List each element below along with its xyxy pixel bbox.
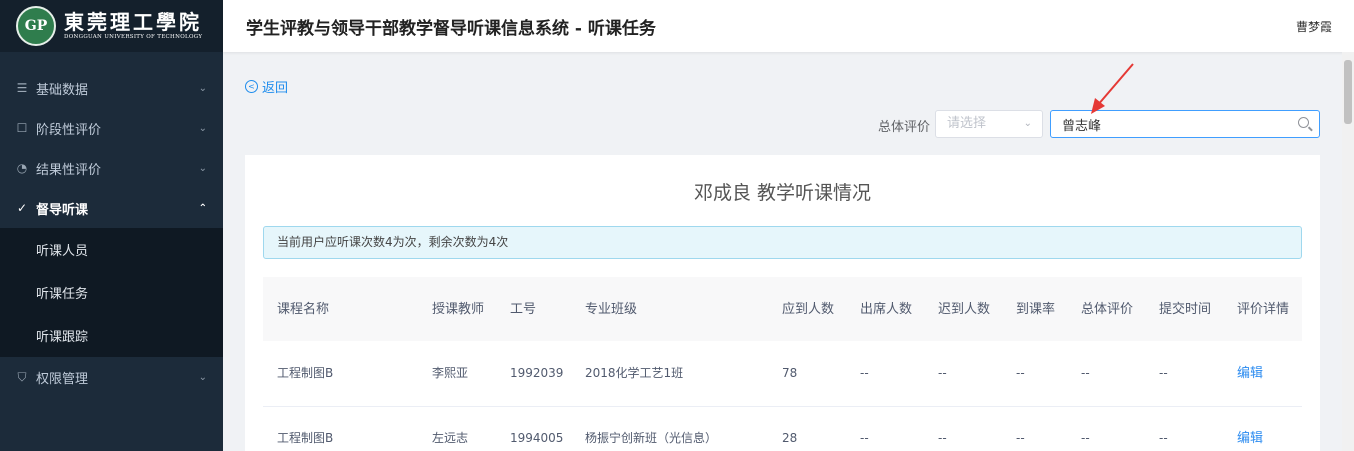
col-header: 专业班级	[585, 301, 638, 317]
page-title: 学生评教与领导干部教学督导听课信息系统 - 听课任务	[246, 18, 656, 39]
chevron-down-icon: ⌄	[198, 162, 207, 174]
sidebar-item-result-evaluation[interactable]: ◔ 结果性评价 ⌄	[0, 148, 223, 188]
overall-evaluation-select[interactable]: 请选择 ⌄	[935, 110, 1043, 138]
col-header: 评价详情	[1237, 301, 1290, 317]
content-card: 邓成良 教学听课情况 当前用户应听课次数4为次，剩余次数为4次 课程名称 授课教…	[245, 155, 1320, 451]
chevron-down-icon: ⌄	[198, 122, 207, 134]
cell-late: --	[938, 365, 947, 380]
user-name[interactable]: 曹梦霞	[1296, 18, 1332, 35]
table-header-row: 课程名称 授课教师 工号 专业班级 应到人数 出席人数 迟到人数 到课率 总体评…	[263, 277, 1302, 341]
sidebar-item-permissions[interactable]: ⛉ 权限管理 ⌄	[0, 357, 223, 397]
sidebar-menu: ☰ 基础数据 ⌄ ☐ 阶段性评价 ⌄ ◔ 结果性评价 ⌄ ✓ 督导听课 ⌃ 听课…	[0, 68, 223, 397]
sidebar-item-label: 阶段性评价	[36, 122, 102, 138]
sidebar-subitem-tracking[interactable]: 听课跟踪	[0, 314, 223, 357]
cell-teacher: 左远志	[432, 431, 469, 445]
cell-rate: --	[1016, 365, 1025, 380]
chevron-down-icon: ⌄	[198, 371, 207, 383]
cell-staff-id: 1992039	[510, 365, 564, 380]
col-header: 应到人数	[782, 301, 835, 317]
cell-overall: --	[1081, 431, 1090, 445]
search-icon[interactable]	[1298, 117, 1309, 128]
sidebar-item-label: 督导听课	[36, 202, 89, 218]
sidebar-item-stage-evaluation[interactable]: ☐ 阶段性评价 ⌄	[0, 108, 223, 148]
sidebar-submenu: 听课人员 听课任务 听课跟踪	[0, 228, 223, 357]
cell-attended: --	[860, 431, 869, 445]
chevron-down-icon: ⌄	[198, 82, 207, 94]
cell-course: 工程制图B	[277, 431, 334, 445]
shield-icon: ⛉	[17, 369, 27, 384]
cell-class: 2018化学工艺1班	[585, 365, 684, 380]
cell-attended: --	[860, 365, 869, 380]
sidebar-subitem-tasks[interactable]: 听课任务	[0, 271, 223, 314]
sidebar-item-label: 权限管理	[36, 371, 89, 387]
edit-square-icon: ☐	[16, 121, 28, 135]
sidebar: GP 東莞理工學院 DONGGUAN UNIVERSITY OF TECHNOL…	[0, 0, 223, 451]
task-table: 课程名称 授课教师 工号 专业班级 应到人数 出席人数 迟到人数 到课率 总体评…	[263, 277, 1302, 451]
main-content: < 返回 总体评价 请选择 ⌄ 邓成良 教学听课情况 当前用户应听课次数4为次，…	[223, 52, 1342, 451]
chevron-up-icon: ⌃	[198, 202, 207, 214]
list-icon: ☰	[16, 81, 28, 95]
check-circle-icon: ✓	[16, 201, 28, 215]
logo-name-cn: 東莞理工學院	[64, 10, 202, 34]
back-button[interactable]: < 返回	[245, 77, 288, 96]
logo-name-en: DONGGUAN UNIVERSITY OF TECHNOLOGY	[64, 34, 203, 40]
cell-late: --	[938, 431, 947, 445]
card-title: 邓成良 教学听课情况	[693, 182, 872, 204]
col-header: 迟到人数	[938, 301, 991, 317]
cell-staff-id: 1994005	[510, 431, 564, 445]
sidebar-item-label: 基础数据	[36, 82, 89, 98]
col-header: 总体评价	[1081, 301, 1134, 317]
cell-class: 杨振宁创新班（光信息）	[585, 431, 718, 445]
gauge-icon: ◔	[16, 161, 28, 175]
cell-submit-time: --	[1159, 431, 1168, 445]
table-row: 工程制图B 左远志 1994005 杨振宁创新班（光信息） 28 -- -- -…	[263, 406, 1302, 451]
cell-expected: 78	[782, 365, 798, 380]
sidebar-item-supervision[interactable]: ✓ 督导听课 ⌃	[0, 188, 223, 228]
cell-teacher: 李熙亚	[432, 365, 469, 380]
cell-expected: 28	[782, 431, 798, 445]
filter-label: 总体评价	[878, 120, 931, 135]
chevron-left-icon: <	[245, 80, 258, 93]
sidebar-subitem-listeners[interactable]: 听课人员	[0, 228, 223, 271]
cell-course: 工程制图B	[277, 365, 334, 380]
back-label: 返回	[262, 81, 289, 96]
edit-link[interactable]: 编辑	[1223, 341, 1302, 406]
edit-link[interactable]: 编辑	[1223, 406, 1302, 451]
sidebar-item-label: 结果性评价	[36, 162, 102, 178]
col-header: 提交时间	[1159, 301, 1212, 317]
cell-submit-time: --	[1159, 365, 1168, 380]
col-header: 课程名称	[277, 301, 330, 317]
logo-badge: GP	[16, 6, 56, 46]
chevron-down-icon: ⌄	[1023, 118, 1032, 129]
logo: GP 東莞理工學院 DONGGUAN UNIVERSITY OF TECHNOL…	[0, 0, 223, 52]
scrollbar-thumb[interactable]	[1344, 60, 1352, 124]
col-header: 授课教师	[432, 301, 485, 317]
logo-text: 東莞理工學院 DONGGUAN UNIVERSITY OF TECHNOLOGY	[64, 11, 202, 41]
col-header: 出席人数	[860, 301, 913, 317]
select-placeholder: 请选择	[947, 116, 987, 131]
annotation-arrow	[1091, 63, 1134, 114]
vertical-scrollbar[interactable]	[1342, 52, 1354, 451]
table-row: 工程制图B 李熙亚 1992039 2018化学工艺1班 78 -- -- --…	[263, 341, 1302, 406]
header: 学生评教与领导干部教学督导听课信息系统 - 听课任务 曹梦霞	[223, 0, 1354, 52]
cell-overall: --	[1081, 365, 1090, 380]
cell-rate: --	[1016, 431, 1025, 445]
col-header: 工号	[510, 301, 537, 317]
info-alert: 当前用户应听课次数4为次，剩余次数为4次	[263, 226, 1302, 259]
col-header: 到课率	[1016, 301, 1056, 317]
sidebar-item-basic-data[interactable]: ☰ 基础数据 ⌄	[0, 68, 223, 108]
